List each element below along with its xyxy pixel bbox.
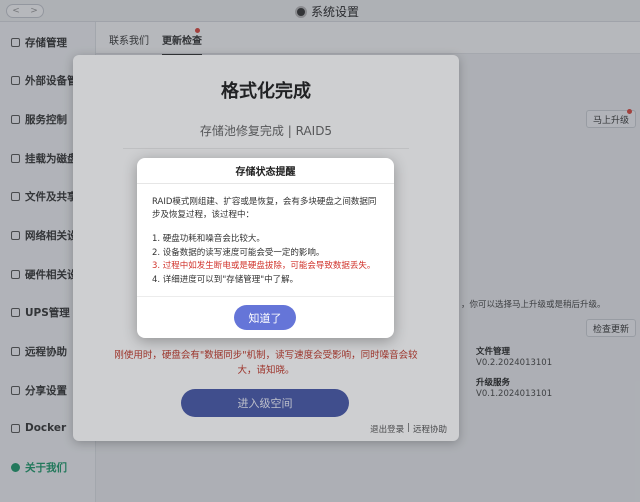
dialog-divider	[137, 296, 394, 297]
list-item: 2. 设备数据的读写速度可能会受一定的影响。	[152, 247, 325, 258]
got-it-button[interactable]: 知道了	[234, 305, 296, 330]
dialog-list: 1. 硬盘功耗和噪音会比较大。 2. 设备数据的读写速度可能会受一定的影响。 3…	[152, 233, 387, 287]
list-item: 1. 硬盘功耗和噪音会比较大。	[152, 234, 265, 244]
storage-status-dialog: 存储状态提醒 RAID模式刚组建、扩容或是恢复，会有多块硬盘之间数据同步及恢复过…	[137, 158, 394, 338]
list-item-warning: 3. 过程中如发生断电或是硬盘拔除，可能会导致数据丢失。	[152, 261, 376, 271]
dialog-intro: RAID模式刚组建、扩容或是恢复，会有多块硬盘之间数据同步及恢复过程，该过程中：	[152, 197, 377, 220]
dialog-title: 存储状态提醒	[137, 158, 394, 184]
list-item: 4. 详细进度可以到"存储管理"中了解。	[152, 274, 299, 285]
